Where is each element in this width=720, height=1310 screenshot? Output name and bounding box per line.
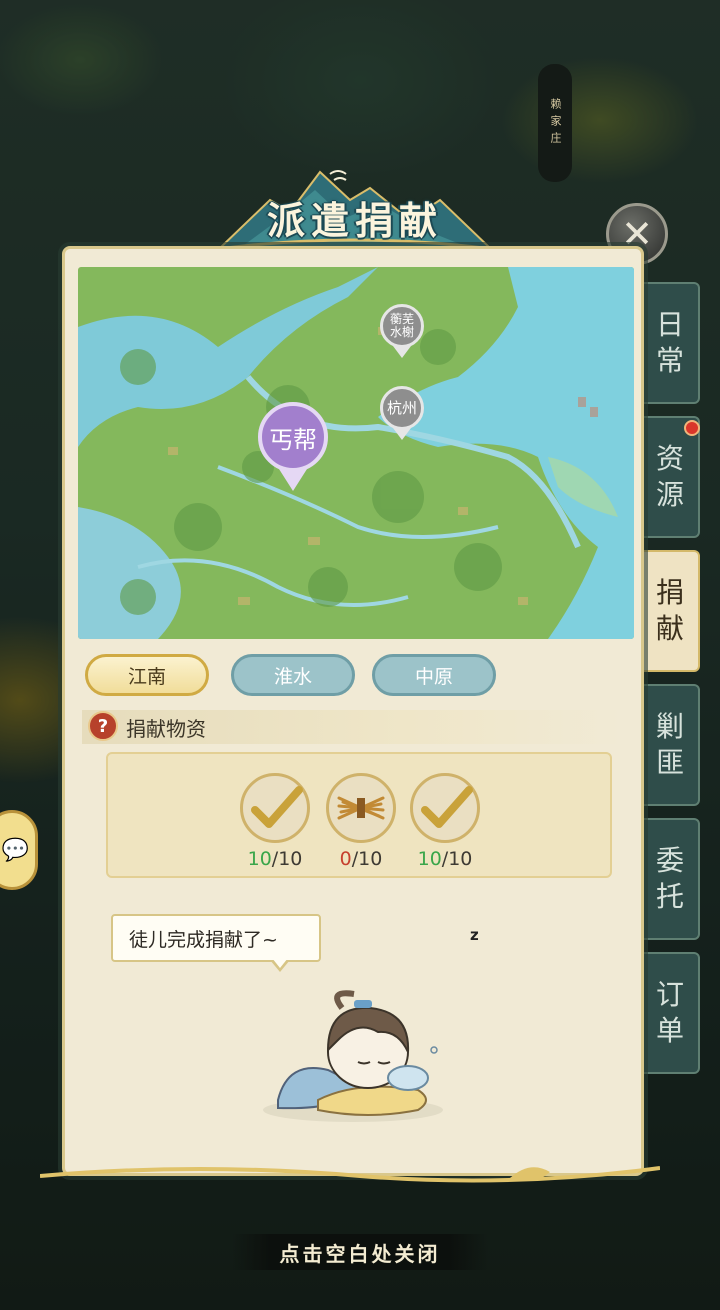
map-pin-hengwu[interactable]: 蘅芜 水榭 bbox=[380, 304, 424, 358]
chat-button[interactable]: 💬 bbox=[0, 810, 38, 890]
tab-donate[interactable]: 捐献 bbox=[642, 550, 700, 672]
region-map[interactable] bbox=[78, 267, 634, 639]
region-tab-jiangnan[interactable]: 江南 bbox=[85, 654, 209, 696]
donation-item-3-count: 10/10 bbox=[417, 848, 473, 870]
question-icon[interactable]: ? bbox=[88, 711, 118, 741]
tab-donate-label: 捐献 bbox=[655, 576, 684, 645]
map-pin-beggars-guild[interactable]: 丐帮 bbox=[258, 402, 328, 491]
tab-commission-label: 委托 bbox=[655, 844, 684, 913]
map-pin-hengwu-label: 蘅芜 水榭 bbox=[380, 304, 424, 348]
map-terrain bbox=[78, 267, 634, 639]
map-pin-hangzhou-label: 杭州 bbox=[380, 386, 424, 430]
donation-item-1-count: 10/10 bbox=[247, 848, 303, 870]
sleep-z-icon: z bbox=[470, 926, 479, 944]
chat-icon: 💬 bbox=[1, 837, 29, 863]
tab-orders[interactable]: 订单 bbox=[642, 952, 700, 1074]
region-tab-huaishui[interactable]: 淮水 bbox=[231, 654, 355, 696]
region-tab-zhongyuan[interactable]: 中原 bbox=[372, 654, 496, 696]
straw-bundle-icon bbox=[337, 796, 385, 820]
donation-item-3[interactable] bbox=[410, 773, 480, 843]
map-pin-hangzhou[interactable]: 杭州 bbox=[380, 386, 424, 440]
gold-wave-ornament bbox=[40, 1166, 660, 1183]
tab-resources-label: 资源 bbox=[655, 442, 684, 511]
checkmark-icon bbox=[421, 786, 473, 828]
speech-bubble: 徒儿完成捐献了~ bbox=[111, 914, 321, 962]
tab-daily-label: 日常 bbox=[655, 308, 684, 377]
checkmark-icon bbox=[251, 786, 303, 828]
tab-orders-label: 订单 bbox=[655, 978, 684, 1047]
donation-item-1[interactable] bbox=[240, 773, 310, 843]
tab-bandits[interactable]: 剿匪 bbox=[642, 684, 700, 806]
tab-commission[interactable]: 委托 bbox=[642, 818, 700, 940]
notification-badge bbox=[684, 420, 700, 436]
tab-daily[interactable]: 日常 bbox=[642, 282, 700, 404]
village-label: 赖家庄 bbox=[538, 64, 572, 182]
sleeping-disciple-icon bbox=[263, 990, 443, 1122]
tap-to-close-hint[interactable]: 点击空白处关闭 bbox=[232, 1234, 488, 1270]
donation-item-2[interactable] bbox=[326, 773, 396, 843]
section-title: 捐献物资 bbox=[126, 717, 206, 741]
title-text: 派遣捐献 bbox=[266, 198, 443, 243]
map-pin-beggars-guild-label: 丐帮 bbox=[258, 402, 328, 472]
tab-bandits-label: 剿匪 bbox=[655, 710, 684, 779]
donation-item-2-count: 0/10 bbox=[339, 848, 383, 870]
dialog-title: 派遣捐献 bbox=[210, 160, 500, 256]
